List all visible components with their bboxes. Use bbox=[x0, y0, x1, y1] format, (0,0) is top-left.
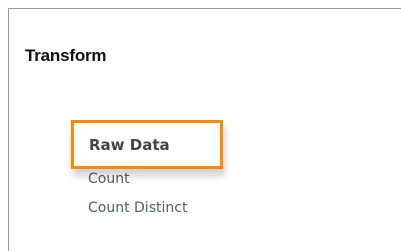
transform-options-list: Count Count Distinct Raw Data bbox=[9, 9, 401, 251]
transform-panel: Transform Count Count Distinct Raw Data bbox=[8, 8, 401, 251]
option-raw-data[interactable]: Raw Data bbox=[89, 136, 170, 154]
option-count-distinct[interactable]: Count Distinct bbox=[88, 199, 187, 217]
option-count[interactable]: Count bbox=[88, 170, 130, 184]
